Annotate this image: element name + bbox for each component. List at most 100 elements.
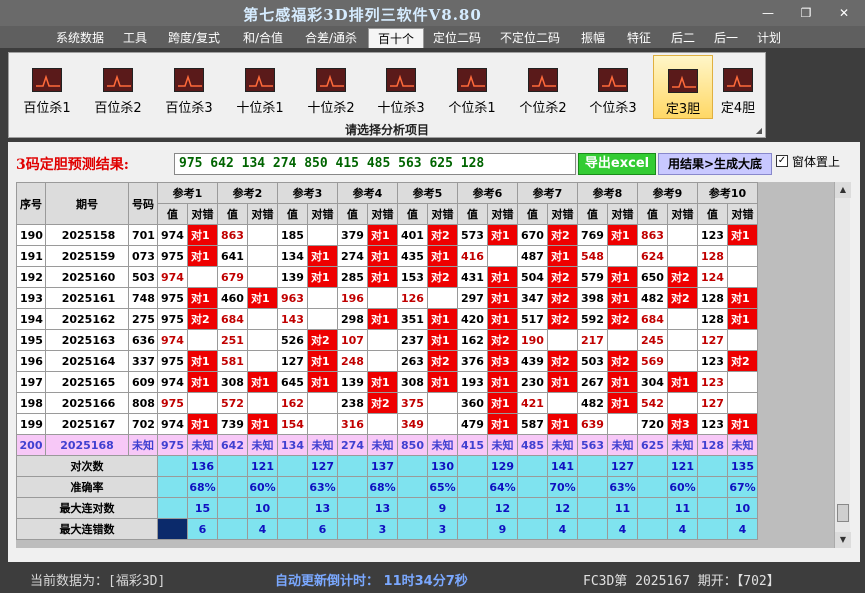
menu-item-0[interactable]: 系统数据 xyxy=(50,28,110,48)
chart-icon xyxy=(32,68,62,92)
table-row[interactable]: 192 2025160 503 974 679 139 对1 285 对1 153 对2 431 对1 5… xyxy=(16,266,758,288)
ref-header-7[interactable]: 参考7 xyxy=(517,182,578,204)
result-cell: 对1 xyxy=(247,413,278,435)
table-row[interactable]: 190 2025158 701 974 对1 863 185 379 对1 401 对2 573 对1 6… xyxy=(16,224,758,246)
ribbon-button-4[interactable]: 十位杀2 xyxy=(301,55,361,119)
result-cell xyxy=(727,392,758,414)
ref-header-5[interactable]: 参考5 xyxy=(397,182,458,204)
menu-item-7[interactable]: 不定位二码 xyxy=(494,28,566,48)
ref-header-9[interactable]: 参考9 xyxy=(637,182,698,204)
stay-on-top-checkbox[interactable]: ✓ xyxy=(776,155,788,167)
table-row[interactable]: 198 2025166 808 975 572 162 238 对2 375 360 对1 421 48… xyxy=(16,392,758,414)
menu-item-2[interactable]: 跨度/复式 xyxy=(160,28,228,48)
table-row[interactable]: 199 2025167 702 974 对1 739 对1 154 316 349 479 对1 587… xyxy=(16,413,758,435)
table-row[interactable]: 191 2025159 073 975 对1 641 134 对1 274 对1 435 对1 416 4… xyxy=(16,245,758,267)
predicted-value-cell: 485 xyxy=(517,434,548,456)
ribbon-expand-icon[interactable]: ◢ xyxy=(756,126,762,135)
value-cell: 308 xyxy=(397,371,428,393)
ref-header-6[interactable]: 参考6 xyxy=(457,182,518,204)
header-row: 序号 期号 号码 参考1 参考2 参考3 参考4 参考5 参考6 参考7 参考8 参考9 参考10 xyxy=(16,182,758,225)
ribbon-button-1[interactable]: 百位杀2 xyxy=(88,55,148,119)
scroll-thumb[interactable] xyxy=(837,504,849,522)
table-row[interactable]: 194 2025162 275 975 对2 684 143 298 对1 351 对1 420 对1 5… xyxy=(16,308,758,330)
ref-header-3[interactable]: 参考3 xyxy=(277,182,338,204)
menu-item-11[interactable]: 后一 xyxy=(707,28,745,48)
value-cell: 128 xyxy=(697,287,728,309)
value-cell: 573 xyxy=(457,224,488,246)
ribbon-button-7[interactable]: 个位杀2 xyxy=(513,55,573,119)
seq-cell: 192 xyxy=(16,266,46,288)
menu-item-10[interactable]: 后二 xyxy=(664,28,702,48)
result-cell: 对2 xyxy=(427,350,458,372)
result-subheader: 对错 xyxy=(487,203,518,225)
ref-header-10[interactable]: 参考10 xyxy=(697,182,758,204)
export-excel-button[interactable]: 导出excel xyxy=(578,153,656,175)
minimize-icon[interactable]: — xyxy=(757,4,779,22)
menu-item-9[interactable]: 特征 xyxy=(620,28,658,48)
close-icon[interactable]: ✕ xyxy=(833,4,855,22)
stats-row: 最大连对数 15 10 13 13 9 12 12 11 11 10 xyxy=(16,497,758,519)
prediction-result-field[interactable]: 975 642 134 274 850 415 485 563 625 128 xyxy=(174,153,576,175)
data-grid: 序号 期号 号码 参考1 参考2 参考3 参考4 参考5 参考6 参考7 参考8 参考9 参考10 值对错… xyxy=(16,182,836,548)
ref-header-8[interactable]: 参考8 xyxy=(577,182,638,204)
stats-row: 准确率 68% 60% 63% 68% 65% 64% 70% 63% 60% 67% xyxy=(16,476,758,498)
table-row[interactable]: 196 2025164 337 975 对1 581 127 对1 248 263 对2 376 对3 4… xyxy=(16,350,758,372)
table-row[interactable]: 197 2025165 609 974 对1 308 对1 645 对1 139 对1 308 对1 19… xyxy=(16,371,758,393)
result-cell xyxy=(667,392,698,414)
result-cell: 对1 xyxy=(307,350,338,372)
unknown-result-cell: 未知 xyxy=(607,434,638,456)
code-cell: 636 xyxy=(128,329,158,351)
menu-item-8[interactable]: 振幅 xyxy=(574,28,612,48)
stats-value-cell: 127 xyxy=(607,455,638,477)
stats-value-cell: 11 xyxy=(607,497,638,519)
value-cell: 139 xyxy=(277,266,308,288)
result-cell: 对1 xyxy=(187,287,218,309)
result-cell: 对1 xyxy=(547,413,578,435)
ref-header-4[interactable]: 参考4 xyxy=(337,182,398,204)
menu-item-3[interactable]: 和/合值 xyxy=(235,28,291,48)
predicted-value-cell: 134 xyxy=(277,434,308,456)
table-row[interactable]: 195 2025163 636 974 251 526 对2 107 237 对1 162 对2 190… xyxy=(16,329,758,351)
col-seq-header: 序号 xyxy=(16,182,46,225)
ref-header-1[interactable]: 参考1 xyxy=(157,182,218,204)
result-cell: 对1 xyxy=(727,308,758,330)
ribbon-button-8[interactable]: 个位杀3 xyxy=(583,55,643,119)
ribbon-button-6[interactable]: 个位杀1 xyxy=(442,55,502,119)
seq-cell: 191 xyxy=(16,245,46,267)
value-cell: 421 xyxy=(517,392,548,414)
stats-spacer-cell xyxy=(337,476,368,498)
ref-header-2[interactable]: 参考2 xyxy=(217,182,278,204)
menu-item-12[interactable]: 计划 xyxy=(750,28,788,48)
menu-item-5[interactable]: 百十个 xyxy=(368,28,424,48)
value-cell: 347 xyxy=(517,287,548,309)
result-cell xyxy=(247,224,278,246)
stats-spacer-cell xyxy=(397,518,428,540)
ribbon-button-10[interactable]: 定4胆 xyxy=(714,55,762,119)
ribbon-button-9[interactable]: 定3胆 xyxy=(653,55,713,119)
result-cell: 对2 xyxy=(547,287,578,309)
predicted-value-cell: 274 xyxy=(337,434,368,456)
menu-item-4[interactable]: 合差/通杀 xyxy=(297,28,365,48)
maximize-icon[interactable]: ❐ xyxy=(795,4,817,22)
table-row[interactable]: 193 2025161 748 975 对1 460 对1 963 196 126 297 对1 347… xyxy=(16,287,758,309)
result-cell xyxy=(607,245,638,267)
seq-cell: 198 xyxy=(16,392,46,414)
scroll-up-icon[interactable]: ▲ xyxy=(835,182,851,198)
ribbon-button-label: 个位杀2 xyxy=(519,101,567,116)
ribbon-button-5[interactable]: 十位杀3 xyxy=(371,55,431,119)
result-subheader: 对错 xyxy=(727,203,758,225)
ribbon-button-3[interactable]: 十位杀1 xyxy=(230,55,290,119)
menu-item-1[interactable]: 工具 xyxy=(116,28,154,48)
result-subheader: 对错 xyxy=(607,203,638,225)
status-bar: 当前数据为：[福彩3D] 自动更新倒计时： 11时34分7秒 FC3D第 202… xyxy=(0,566,865,593)
prediction-label: 3码定胆预测结果: xyxy=(16,157,129,173)
generate-base-button[interactable]: 用结果>生成大底 xyxy=(658,153,772,175)
vertical-scrollbar[interactable]: ▲ ▼ xyxy=(834,182,851,548)
ribbon-button-2[interactable]: 百位杀3 xyxy=(159,55,219,119)
prediction-row[interactable]: 200 2025168 未知 975 未知 642 未知 134 未知 274 未知 850 未知 415… xyxy=(16,434,758,456)
value-cell: 134 xyxy=(277,245,308,267)
menu-item-6[interactable]: 定位二码 xyxy=(427,28,487,48)
seq-cell: 200 xyxy=(16,434,46,456)
ribbon-button-0[interactable]: 百位杀1 xyxy=(17,55,77,119)
scroll-down-icon[interactable]: ▼ xyxy=(835,532,851,548)
